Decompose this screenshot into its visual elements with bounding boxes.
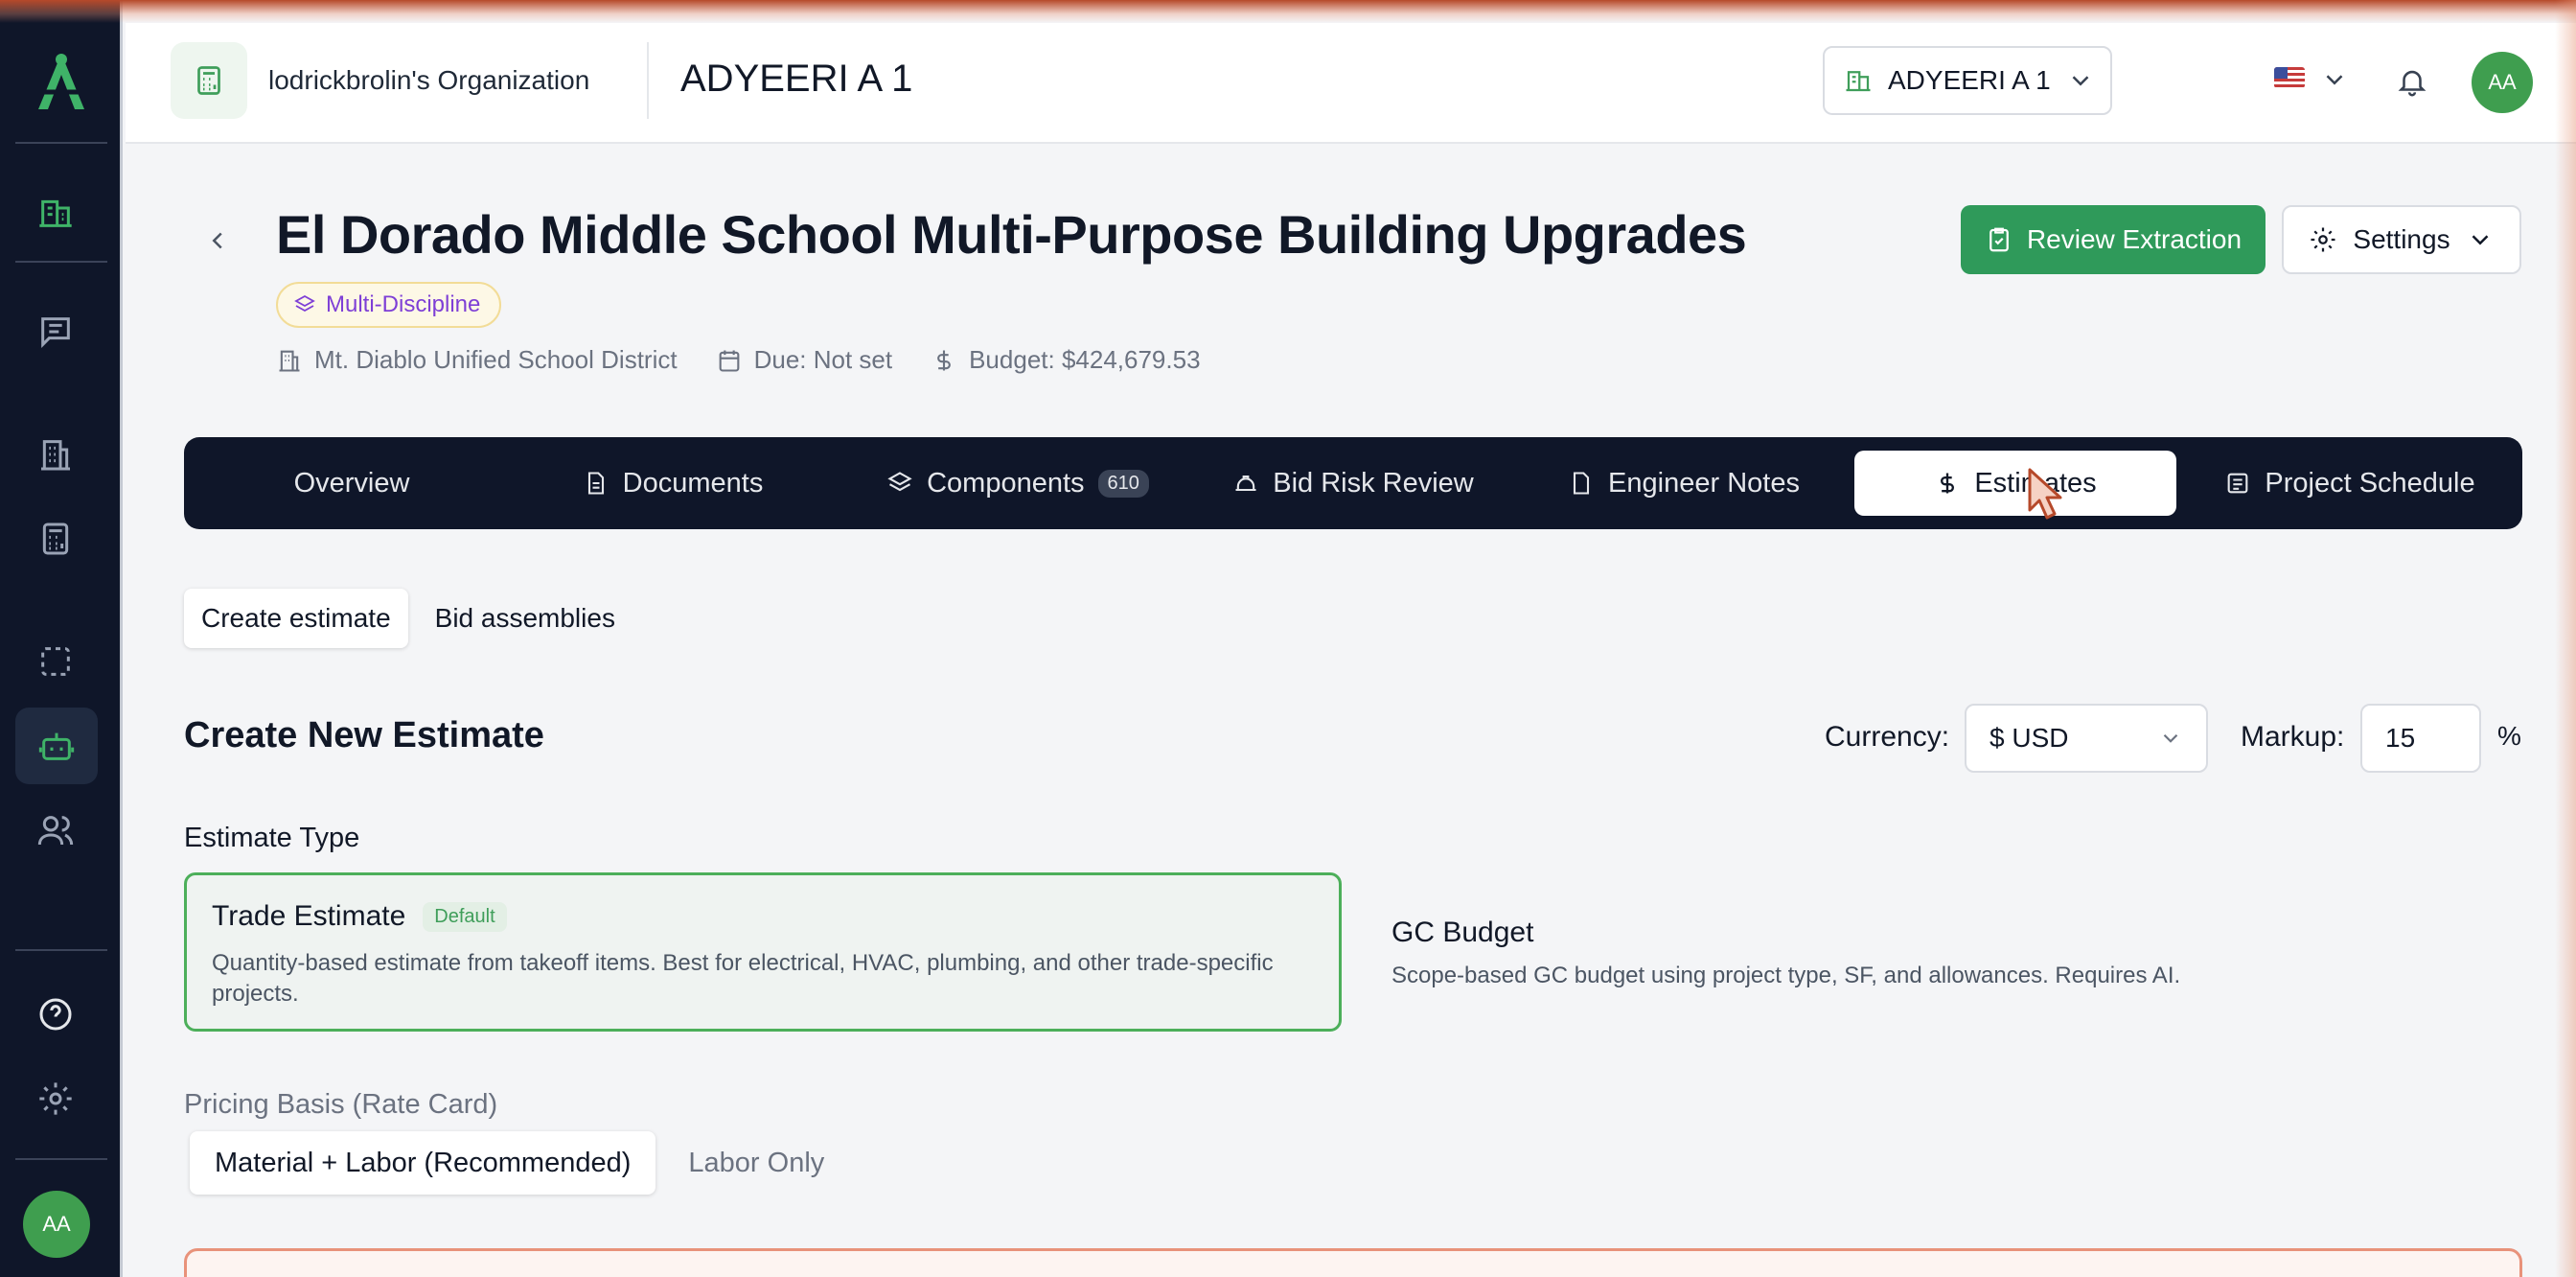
clipboard-check-icon	[1990, 227, 2009, 252]
tab-label: Components	[927, 467, 1085, 499]
material-labor-option[interactable]: Material + Labor (Recommended)	[190, 1131, 656, 1195]
tab-estimates[interactable]: Estimates	[1854, 451, 2176, 516]
chevron-down-icon	[2472, 235, 2488, 245]
trade-estimate-title: Trade Estimate	[212, 900, 406, 932]
tab-project-schedule[interactable]: Project Schedule	[2216, 451, 2484, 516]
create-estimate-tab[interactable]: Create estimate	[184, 589, 408, 648]
hard-hat-icon	[1235, 475, 1256, 492]
gear-icon	[2311, 227, 2335, 252]
header-avatar[interactable]: AA	[2472, 52, 2533, 113]
sidebar-divider	[15, 949, 107, 951]
markup-label: Markup:	[2241, 721, 2345, 753]
district-text: Mt. Diablo Unified School District	[314, 345, 678, 374]
due-text: Due: Not set	[753, 345, 893, 374]
pricing-basis-toggle: Material + Labor (Recommended) Labor Onl…	[190, 1131, 849, 1195]
user-avatar[interactable]: AA	[23, 1191, 90, 1258]
currency-value: $ USD	[1990, 723, 2069, 753]
project-tabs: Overview Documents Components 610 Bid Ri…	[184, 437, 2522, 529]
note-icon	[1573, 472, 1590, 495]
layers-icon	[294, 294, 315, 313]
default-badge: Default	[423, 901, 507, 932]
gc-budget-option[interactable]: GC Budget	[1392, 917, 1533, 949]
project-meta: Mt. Diablo Unified School District Due: …	[276, 345, 1201, 375]
estimate-subtabs: Create estimate Bid assemblies	[184, 589, 632, 648]
trade-estimate-title-row: Trade Estimate Default	[212, 900, 1314, 933]
sidebar-divider	[15, 1158, 107, 1160]
sidebar-divider	[15, 142, 107, 144]
currency-select[interactable]: $ USD	[1965, 704, 2208, 773]
budget-text: Budget: $424,679.53	[969, 345, 1201, 374]
top-header: lodrickbrolin's Organization ADYEERI A 1…	[126, 23, 2576, 144]
office-building-icon[interactable]	[33, 431, 79, 477]
users-icon[interactable]	[33, 807, 79, 853]
project-selector[interactable]: ADYEERI A 1	[1823, 46, 2112, 115]
screen-top-edge	[0, 0, 2576, 23]
tab-label: Bid Risk Review	[1273, 467, 1474, 499]
tab-bid-risk-review[interactable]: Bid Risk Review	[1227, 451, 1480, 516]
organization-calculator-icon[interactable]	[171, 42, 247, 119]
currency-label: Currency:	[1825, 721, 1950, 753]
bell-icon[interactable]	[2396, 65, 2428, 98]
alert-card	[184, 1248, 2522, 1277]
sidebar: AA	[0, 0, 123, 1277]
calendar-icon	[719, 350, 739, 372]
language-chevron-down-icon[interactable]	[2320, 65, 2349, 94]
tab-components[interactable]: Components 610	[874, 451, 1162, 516]
tab-label: Engineer Notes	[1608, 467, 1800, 499]
markup-input[interactable]: 15	[2360, 704, 2481, 773]
pricing-basis-label: Pricing Basis (Rate Card)	[184, 1089, 498, 1120]
section-title: Create New Estimate	[184, 715, 544, 755]
markup-unit: %	[2497, 721, 2521, 751]
budget-meta: Budget: $424,679.53	[931, 345, 1201, 375]
us-flag-icon[interactable]	[2274, 67, 2305, 88]
district-meta: Mt. Diablo Unified School District	[276, 345, 678, 375]
dollar-icon	[1941, 473, 1955, 494]
tab-engineer-notes[interactable]: Engineer Notes	[1554, 451, 1813, 516]
review-extraction-button[interactable]: Review Extraction	[1961, 205, 2266, 274]
trade-estimate-description: Quantity-based estimate from takeoff ite…	[212, 950, 1274, 1007]
settings-button[interactable]: Settings	[2282, 205, 2521, 274]
estimate-type-label: Estimate Type	[184, 823, 360, 853]
sidebar-divider	[15, 261, 107, 263]
selection-icon[interactable]	[33, 638, 79, 685]
gear-icon[interactable]	[33, 1076, 79, 1122]
chevron-down-icon	[2163, 733, 2178, 743]
trade-estimate-option[interactable]: Trade Estimate Default Quantity-based es…	[184, 872, 1342, 1032]
tab-label: Documents	[622, 467, 764, 499]
chevron-down-icon	[2072, 76, 2089, 86]
help-icon[interactable]	[33, 991, 79, 1037]
bot-icon[interactable]	[15, 708, 98, 784]
organization-name[interactable]: lodrickbrolin's Organization	[268, 65, 589, 96]
labor-only-option[interactable]: Labor Only	[663, 1131, 849, 1195]
app-logo[interactable]	[33, 50, 90, 113]
project-selector-label: ADYEERI A 1	[1888, 65, 2051, 95]
header-divider	[647, 42, 649, 119]
tab-documents[interactable]: Documents	[567, 451, 778, 516]
dollar-icon	[937, 350, 951, 370]
layers-icon	[887, 472, 912, 492]
message-icon[interactable]	[33, 309, 79, 355]
discipline-badge: Multi-Discipline	[276, 282, 502, 328]
schedule-icon	[2227, 473, 2248, 494]
building-icon	[1846, 71, 1871, 92]
screen-right-edge	[2555, 0, 2576, 1277]
calculator-icon[interactable]	[33, 516, 79, 562]
review-extraction-label: Review Extraction	[2026, 224, 2242, 254]
tab-overview[interactable]: Overview	[222, 451, 481, 516]
discipline-label: Multi-Discipline	[326, 291, 481, 317]
components-count-badge: 610	[1097, 469, 1149, 498]
bid-assemblies-tab[interactable]: Bid assemblies	[418, 589, 632, 648]
due-meta: Due: Not set	[716, 345, 893, 375]
settings-label: Settings	[2353, 224, 2450, 254]
back-chevron-icon[interactable]	[203, 226, 232, 255]
gc-budget-description: Scope-based GC budget using project type…	[1392, 963, 2181, 988]
office-building-icon	[279, 350, 300, 372]
header-project-name: ADYEERI A 1	[680, 58, 913, 100]
tab-label: Overview	[293, 467, 410, 499]
document-icon	[587, 472, 604, 495]
mouse-cursor-icon	[2028, 468, 2062, 520]
page-title: El Dorado Middle School Multi-Purpose Bu…	[276, 204, 1747, 265]
tab-label: Project Schedule	[2265, 467, 2475, 499]
building-chart-icon[interactable]	[33, 190, 79, 236]
